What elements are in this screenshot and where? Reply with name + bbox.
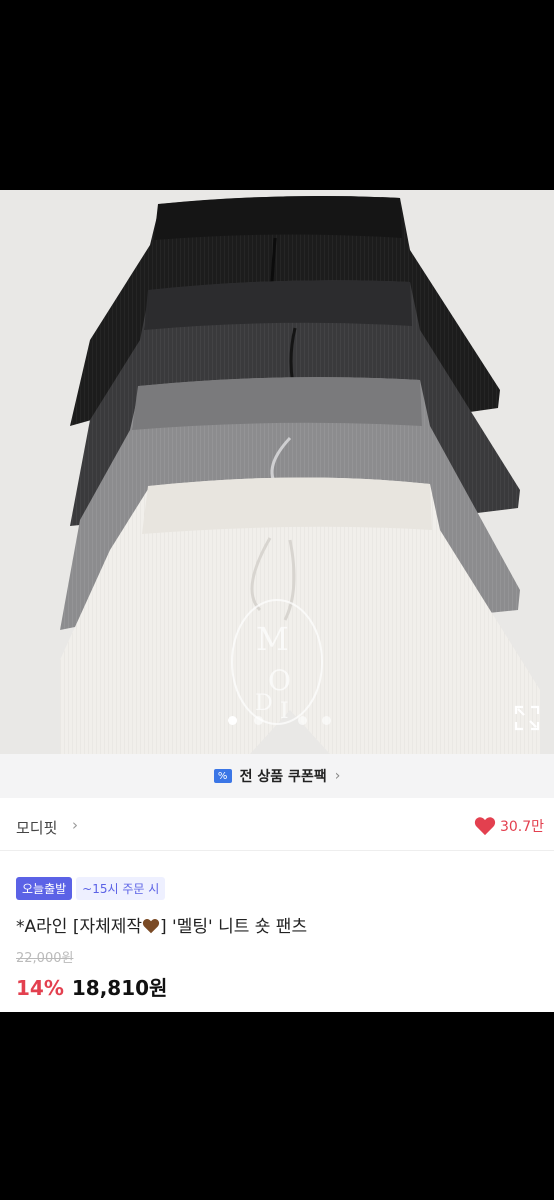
chevron-right-icon[interactable]: › bbox=[72, 816, 78, 834]
sale-price: 18,810원 bbox=[71, 976, 168, 1000]
title-prefix: *A라인 [자체제작 bbox=[16, 917, 143, 937]
like-count: 30.7만 bbox=[499, 819, 544, 835]
pagination-dot-1[interactable] bbox=[228, 716, 237, 725]
shorts-illustration: M O D I bbox=[60, 196, 540, 754]
svg-text:D: D bbox=[255, 691, 273, 716]
brown-heart-icon bbox=[142, 919, 160, 934]
delivery-badges: 오늘출발 ~15시 주문 시 bbox=[16, 877, 166, 900]
product-image[interactable]: M O D I bbox=[0, 190, 554, 754]
coupon-percent-icon: % bbox=[213, 769, 232, 783]
price-row: 14% 18,810원 bbox=[16, 972, 167, 1001]
today-shipping-badge: 오늘출발 bbox=[16, 877, 73, 900]
original-price: 22,000원 bbox=[16, 951, 74, 966]
coupon-pack-bar[interactable]: % 전 상품 쿠폰팩 › bbox=[0, 754, 554, 798]
product-title: *A라인 [자체제작 ] '멜팅' 니트 숏 팬츠 bbox=[16, 912, 307, 937]
title-suffix: ] '멜팅' 니트 숏 팬츠 bbox=[160, 917, 308, 937]
heart-icon bbox=[474, 817, 496, 836]
expand-icon[interactable] bbox=[514, 705, 540, 731]
store-row: 모디핏 › 30.7만 bbox=[0, 806, 554, 851]
pagination-dot-4[interactable] bbox=[322, 716, 331, 725]
pagination-dot-3[interactable] bbox=[298, 716, 307, 725]
pagination-dot-2[interactable] bbox=[254, 716, 263, 725]
chevron-right-icon: › bbox=[334, 768, 341, 784]
store-name[interactable]: 모디핏 bbox=[16, 817, 57, 838]
coupon-label: 전 상품 쿠폰팩 bbox=[239, 769, 327, 785]
like-button[interactable]: 30.7만 bbox=[474, 816, 544, 836]
svg-text:M: M bbox=[256, 620, 289, 658]
image-pagination bbox=[0, 716, 554, 732]
order-cutoff-badge: ~15시 주문 시 bbox=[76, 877, 166, 900]
discount-rate: 14% bbox=[16, 976, 64, 1000]
